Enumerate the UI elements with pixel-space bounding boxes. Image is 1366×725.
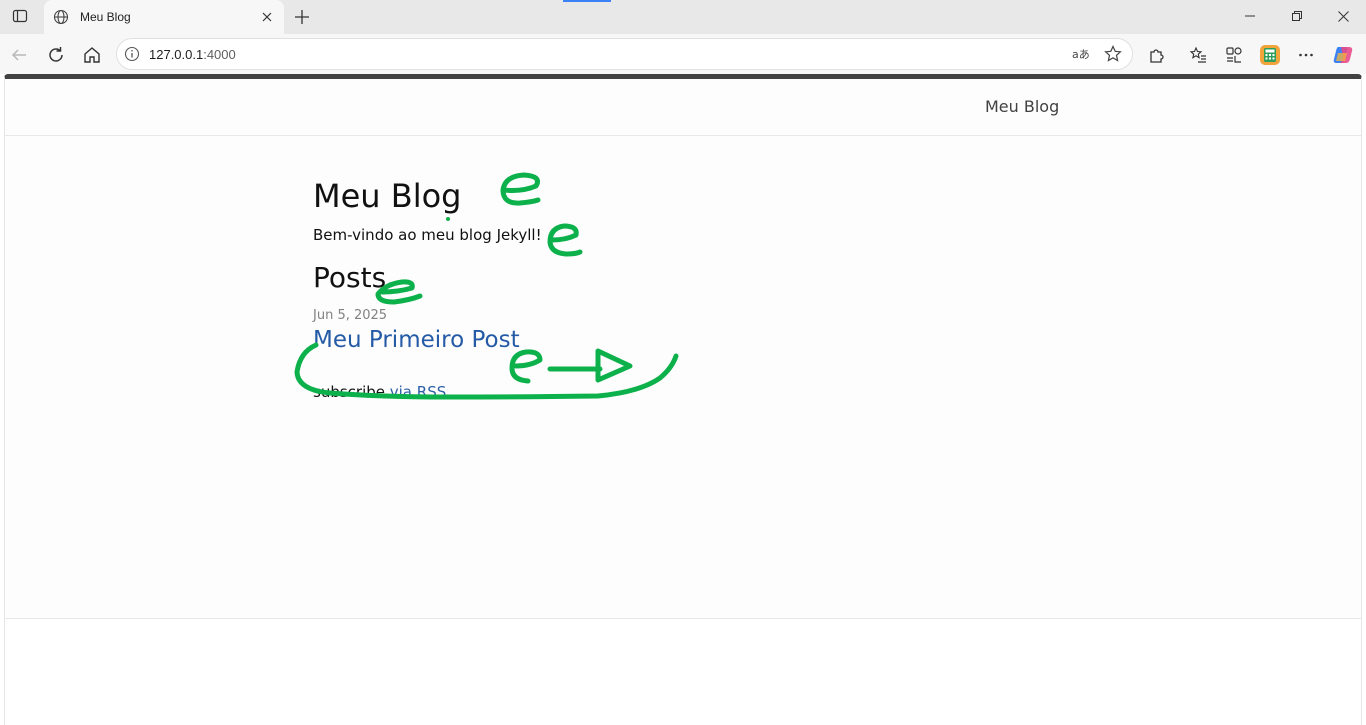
web-page: Meu Blog Meu Blog Bem-vindo ao meu blog … [4,74,1362,725]
collections-icon[interactable] [1221,42,1247,68]
vertical-tabs-icon[interactable] [4,4,36,28]
plus-icon[interactable] [290,5,314,29]
translate-icon[interactable]: aあ [1068,41,1094,67]
svg-text:aあ: aあ [1072,48,1090,61]
more-icon[interactable] [1293,42,1319,68]
tab-title: Meu Blog [80,10,131,24]
puzzle-icon[interactable] [1144,42,1170,68]
calculator-icon[interactable] [1257,42,1283,68]
close-window-icon[interactable] [1325,4,1361,28]
close-icon[interactable] [258,8,276,26]
post-date: Jun 5, 2025 [313,308,388,323]
intro-text: Bem-vindo ao meu blog Jekyll! [313,226,542,244]
favorites-list-icon[interactable] [1185,42,1211,68]
list-item: Jun 5, 2025 Meu Primeiro Post [313,308,813,353]
star-icon[interactable] [1100,41,1126,67]
tab-strip: Meu Blog [0,0,1366,34]
globe-icon [52,8,70,26]
post-list: Jun 5, 2025 Meu Primeiro Post [313,308,813,353]
rss-link[interactable]: via RSS [390,383,446,401]
url-port: :4000 [203,46,236,62]
site-footer [5,618,1361,725]
posts-heading: Posts [313,261,387,294]
back-arrow-icon[interactable] [6,42,32,68]
home-icon[interactable] [79,42,105,68]
copilot-icon[interactable] [1330,42,1356,68]
site-header: Meu Blog [5,79,1361,136]
info-icon[interactable] [123,45,141,63]
reload-icon[interactable] [43,42,69,68]
url-host: 127.0.0.1 [149,46,204,62]
site-title-link[interactable]: Meu Blog [985,97,1059,116]
page-title: Meu Blog [313,177,462,215]
browser-toolbar: 127.0.0.1:4000 aあ [0,34,1366,74]
page-content: Meu Blog Bem-vindo ao meu blog Jekyll! P… [313,176,813,401]
url-text[interactable]: 127.0.0.1:4000 [149,47,1068,62]
address-bar[interactable]: 127.0.0.1:4000 aあ [116,38,1133,70]
rss-prefix: subscribe [313,383,390,401]
tab-meu-blog[interactable]: Meu Blog [44,0,284,34]
tab-strip-accent [563,0,611,2]
rss-subscribe: subscribe via RSS [313,383,813,401]
post-link[interactable]: Meu Primeiro Post [313,327,813,353]
restore-icon[interactable] [1279,4,1315,28]
minimize-icon[interactable] [1232,4,1268,28]
